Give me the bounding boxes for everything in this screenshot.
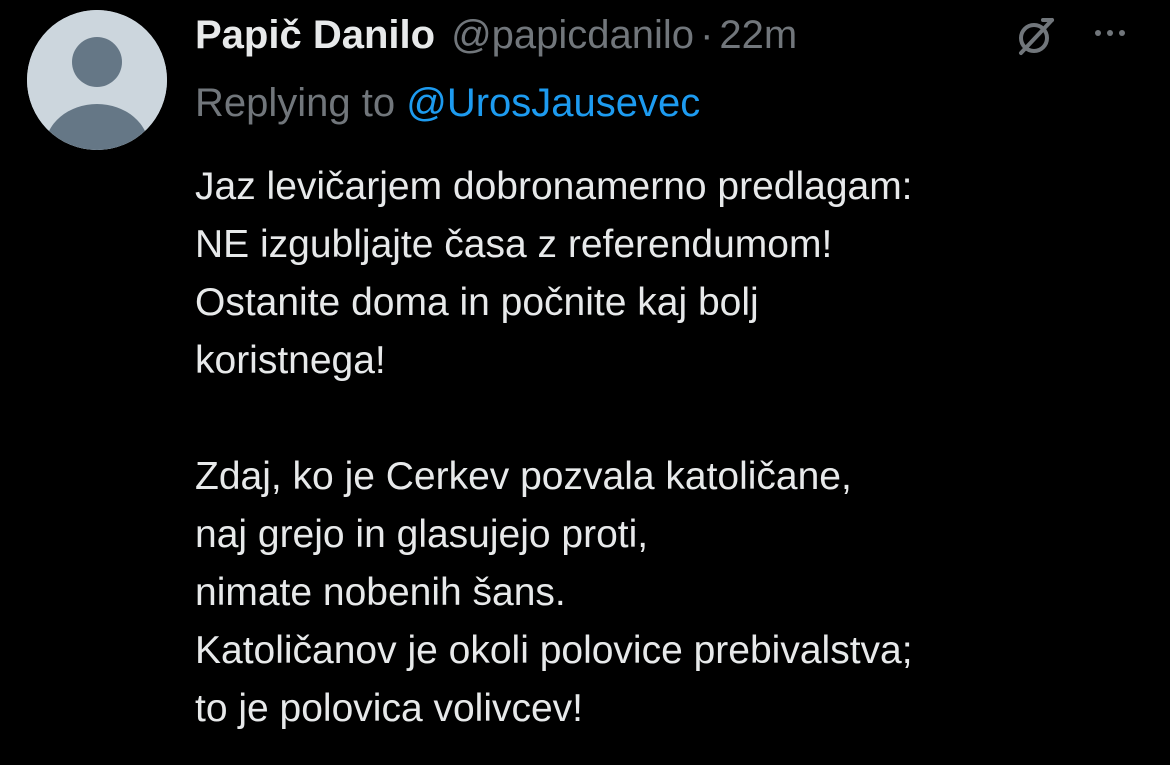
tweet-header: Papič Danilo @papicdanilo · 22m: [195, 10, 797, 60]
body-line: Jaz levičarjem dobronamerno predlagam:: [195, 165, 913, 208]
body-line: Katoličanov je okoli polovice prebivalst…: [195, 629, 913, 672]
tweet[interactable]: Papič Danilo @papicdanilo · 22m Replying…: [0, 0, 1170, 765]
reply-mention-link[interactable]: @UrosJausevec: [406, 81, 700, 125]
replying-to: Replying to @UrosJausevec: [195, 78, 700, 128]
body-line: Ostanite doma in počnite kaj bolj: [195, 281, 759, 324]
author-handle[interactable]: @papicdanilo: [451, 10, 694, 60]
separator-dot: ·: [700, 13, 714, 57]
default-avatar-icon[interactable]: [27, 10, 167, 150]
body-line: Zdaj, ko je Cerkev pozvala katoličane,: [195, 455, 852, 498]
body-line: NE izgubljajte časa z referendumom!: [195, 223, 833, 266]
body-line: koristnega!: [195, 339, 386, 382]
tweet-body: Jaz levičarjem dobronamerno predlagam: N…: [195, 158, 1155, 738]
paragraph-break: [195, 390, 1155, 448]
body-line: nimate nobenih šans.: [195, 571, 566, 614]
more-options-icon[interactable]: [1088, 18, 1132, 48]
author-display-name[interactable]: Papič Danilo: [195, 10, 435, 60]
body-line: to je polovica volivcev!: [195, 687, 584, 730]
grok-icon[interactable]: [1014, 14, 1058, 58]
body-line: naj grejo in glasujejo proti,: [195, 513, 649, 556]
replying-to-prefix: Replying to: [195, 81, 407, 125]
tweet-timestamp[interactable]: 22m: [719, 10, 797, 60]
